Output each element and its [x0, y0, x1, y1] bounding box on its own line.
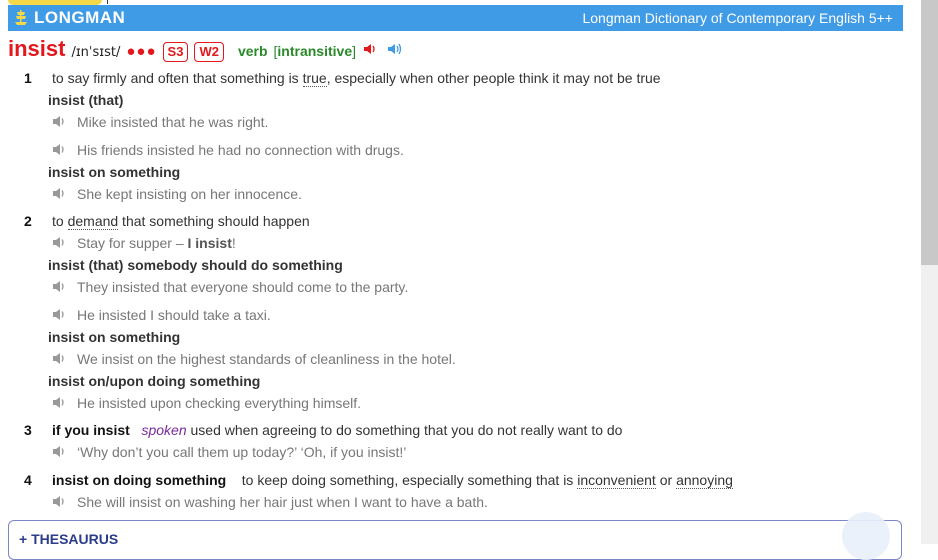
signpost: insist on doing something — [52, 472, 227, 488]
watermark-logo — [842, 512, 890, 560]
example: Stay for supper – I insist! — [52, 235, 236, 251]
sense-number: 2 — [24, 213, 32, 229]
grammar-pattern: insist on something — [48, 329, 181, 345]
spoken-frequency-badge: S3 — [162, 42, 189, 62]
definition-link[interactable]: demand — [67, 213, 119, 230]
speaker-icon[interactable] — [52, 352, 70, 366]
dictionary-entry: insist /ɪnˈsɪst/ ●●● S3 W2 verb [intrans… — [8, 36, 903, 66]
register-label: spoken — [141, 422, 187, 438]
entry-headline: insist /ɪnˈsɪst/ ●●● S3 W2 verb [intrans… — [8, 36, 903, 66]
dictionary-title: Longman Dictionary of Contemporary Engli… — [582, 10, 893, 26]
brand-name: LONGMAN — [34, 8, 126, 27]
written-frequency-badge: W2 — [194, 42, 224, 62]
sense-number: 1 — [24, 70, 32, 86]
speaker-icon[interactable] — [52, 187, 70, 201]
speaker-icon[interactable] — [52, 495, 70, 509]
definition-link[interactable]: inconvenient — [577, 472, 656, 489]
definition: to say firmly and often that something i… — [52, 70, 661, 87]
sense-4: 4 insist on doing something to keep doing… — [24, 472, 733, 489]
speaker-icon[interactable] — [52, 115, 70, 129]
example: They insisted that everyone should come … — [52, 279, 408, 295]
example: His friends insisted he had no connectio… — [52, 142, 404, 158]
sense-2: 2 to demand that something should happen — [24, 213, 310, 230]
sense-number: 3 — [24, 422, 32, 438]
pronunciation: /ɪnˈsɪst/ — [71, 45, 121, 60]
sense-1: 1 to say firmly and often that something … — [24, 70, 661, 87]
header-banner: LONGMAN Longman Dictionary of Contempora… — [8, 5, 903, 31]
grammar-pattern: insist (that) — [48, 92, 124, 108]
headword: insist — [8, 36, 66, 61]
longman-logo: LONGMAN — [14, 8, 125, 28]
speaker-icon[interactable] — [52, 143, 70, 157]
grammar-pattern: insist on something — [48, 164, 181, 180]
speaker-icon[interactable] — [52, 236, 70, 250]
example: Mike insisted that he was right. — [52, 114, 268, 130]
example: ‘Why don’t you call them up today?’ ‘Oh,… — [52, 444, 406, 460]
grammar-label: [intransitive] — [273, 43, 357, 59]
text-caret — [107, 0, 108, 4]
scrollbar-thumb[interactable] — [921, 0, 938, 265]
example: She will insist on washing her hair just… — [52, 494, 488, 510]
speaker-icon[interactable] — [52, 445, 70, 459]
frequency-dots: ●●● — [126, 43, 157, 60]
part-of-speech: verb — [237, 43, 268, 59]
definition: to keep doing something, especially some… — [241, 472, 733, 489]
ship-icon — [14, 9, 28, 27]
speaker-icon[interactable] — [52, 396, 70, 410]
grammar-pattern: insist (that) somebody should do somethi… — [48, 257, 343, 273]
signpost: if you insist — [52, 422, 130, 438]
example: She kept insisting on her innocence. — [52, 186, 302, 202]
sense-number: 4 — [24, 472, 32, 488]
thesaurus-section-toggle[interactable]: + THESAURUS — [8, 520, 902, 560]
definition: to demand that something should happen — [52, 213, 310, 230]
sense-3: 3 if you insist spoken used when agreeing… — [24, 422, 622, 438]
example: He insisted upon checking everything him… — [52, 395, 361, 411]
grammar-pattern: insist on/upon doing something — [48, 373, 261, 389]
speaker-icon[interactable] — [52, 308, 70, 322]
definition: used when agreeing to do something that … — [186, 422, 623, 438]
definition-link[interactable]: true — [302, 70, 327, 87]
speaker-icon-british[interactable] — [362, 42, 380, 56]
speaker-icon[interactable] — [52, 280, 70, 294]
example: We insist on the highest standards of cl… — [52, 351, 456, 367]
definition-link[interactable]: annoying — [676, 472, 733, 489]
speaker-icon-american[interactable] — [386, 42, 404, 56]
vertical-scrollbar[interactable] — [921, 0, 938, 544]
example: He insisted I should take a taxi. — [52, 307, 271, 323]
